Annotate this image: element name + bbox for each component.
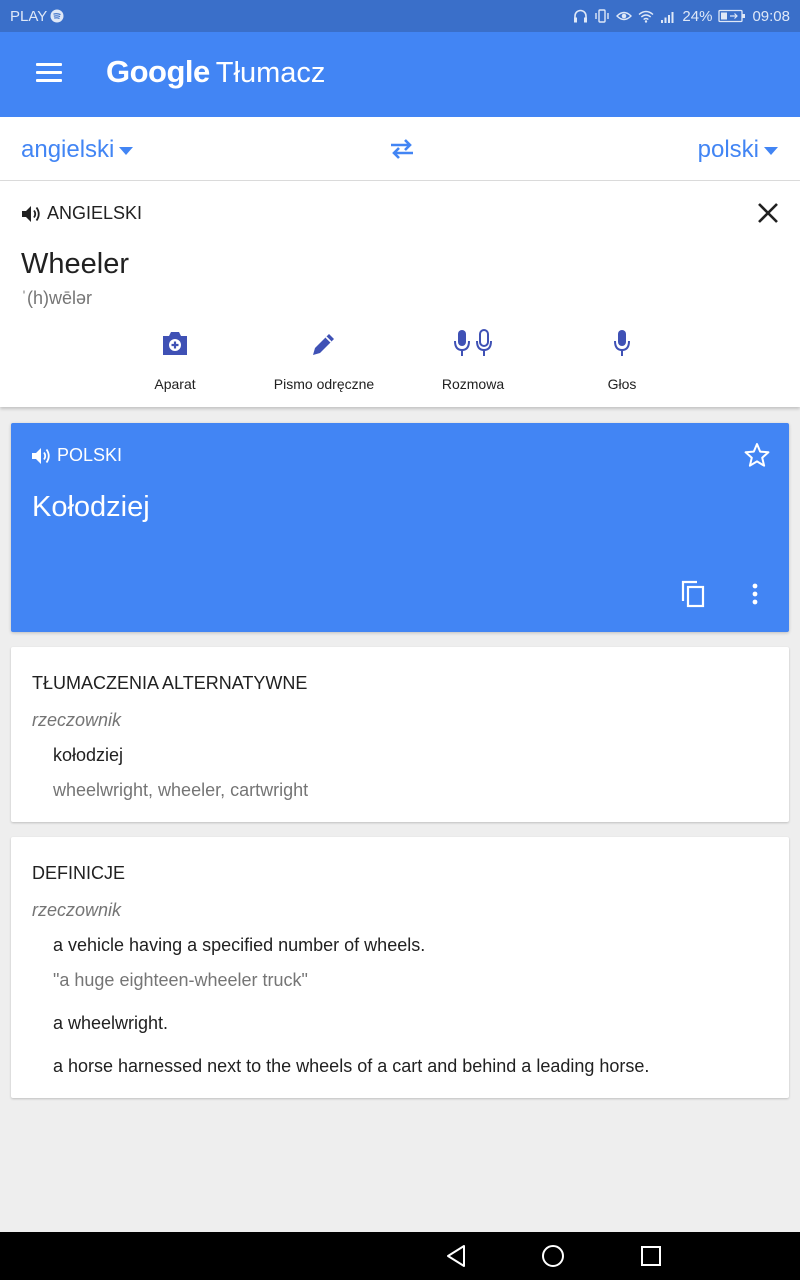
battery-icon — [718, 9, 746, 23]
definition-item: a vehicle having a specified number of w… — [53, 935, 426, 955]
wifi-icon — [638, 10, 654, 23]
camera-button[interactable]: Aparat — [95, 326, 255, 392]
camera-label: Aparat — [154, 376, 196, 392]
phonetic-text: ˈ(h)wēlər — [21, 288, 93, 308]
signal-icon — [660, 10, 676, 23]
alternative-term[interactable]: kołodziej — [53, 745, 123, 766]
caret-down-icon — [764, 147, 778, 155]
translation-card[interactable]: POLSKI Kołodziej — [11, 423, 789, 632]
speaker-icon[interactable] — [21, 204, 43, 224]
source-language-label: angielski — [21, 136, 115, 163]
battery-percent: 24% — [682, 7, 713, 25]
eye-icon — [616, 10, 633, 22]
input-section: ANGIELSKI Wheeler ˈ(h)wēlər Aparat Pismo… — [0, 181, 800, 407]
target-language-label: POLSKI — [57, 445, 123, 465]
target-language-label: polski — [697, 136, 759, 163]
swap-icon[interactable] — [388, 135, 416, 163]
recents-icon[interactable] — [640, 1244, 662, 1273]
conversation-label: Rozmowa — [441, 376, 505, 392]
voice-button[interactable]: Głos — [542, 326, 702, 392]
brand-google: Google — [106, 54, 210, 89]
alternatives-heading: TŁUMACZENIA ALTERNATYWNE — [32, 673, 308, 693]
source-language-header[interactable]: ANGIELSKI — [21, 203, 142, 224]
definition-item: a horse harnessed next to the wheels of … — [53, 1056, 650, 1076]
target-language-header[interactable]: POLSKI — [31, 445, 122, 466]
navigation-bar — [0, 1232, 800, 1280]
translation-text: Kołodziej — [32, 491, 150, 523]
camera-icon — [163, 332, 187, 355]
menu-icon[interactable] — [36, 63, 62, 85]
source-language-label: ANGIELSKI — [47, 203, 143, 223]
back-icon[interactable] — [445, 1244, 467, 1273]
definition-example: "a huge eighteen-wheeler truck" — [53, 970, 308, 990]
mic-icon — [614, 330, 630, 356]
conversation-button[interactable]: Rozmowa — [393, 326, 553, 392]
copy-icon[interactable] — [679, 579, 707, 614]
app-title: Google Tłumacz — [106, 54, 325, 90]
spotify-icon — [50, 9, 64, 23]
alternatives-card: TŁUMACZENIA ALTERNATYWNE rzeczownik koło… — [11, 647, 789, 822]
conversation-mic-icon — [454, 329, 492, 356]
app-bar: Google Tłumacz — [0, 32, 800, 117]
definitions-card: DEFINICJE rzeczownik a vehicle having a … — [11, 837, 789, 1098]
headphones-icon — [573, 9, 588, 23]
home-icon[interactable] — [541, 1244, 565, 1273]
more-vert-icon[interactable] — [749, 583, 761, 612]
definitions-heading: DEFINICJE — [32, 863, 126, 883]
handwriting-button[interactable]: Pismo odręczne — [244, 326, 404, 392]
carrier-label: PLAY — [10, 7, 48, 25]
star-icon[interactable] — [744, 442, 770, 473]
part-of-speech: rzeczownik — [32, 710, 122, 730]
alternative-synonyms: wheelwright, wheeler, cartwright — [53, 780, 309, 800]
clock: 09:08 — [752, 7, 790, 25]
close-icon[interactable] — [756, 201, 780, 225]
definition-item: a wheelwright. — [53, 1013, 169, 1033]
source-language-selector[interactable]: angielski — [21, 136, 134, 164]
pen-icon — [313, 334, 334, 355]
speaker-icon[interactable] — [31, 446, 53, 466]
vibrate-icon — [594, 9, 610, 23]
source-text[interactable]: Wheeler — [21, 248, 129, 281]
brand-product: Tłumacz — [215, 57, 326, 89]
handwriting-label: Pismo odręczne — [273, 376, 375, 392]
target-language-selector[interactable]: polski — [698, 136, 778, 164]
part-of-speech: rzeczownik — [32, 900, 122, 920]
status-bar: PLAY 24% 09:08 — [0, 0, 800, 32]
caret-down-icon — [119, 147, 134, 155]
voice-label: Głos — [607, 376, 637, 392]
